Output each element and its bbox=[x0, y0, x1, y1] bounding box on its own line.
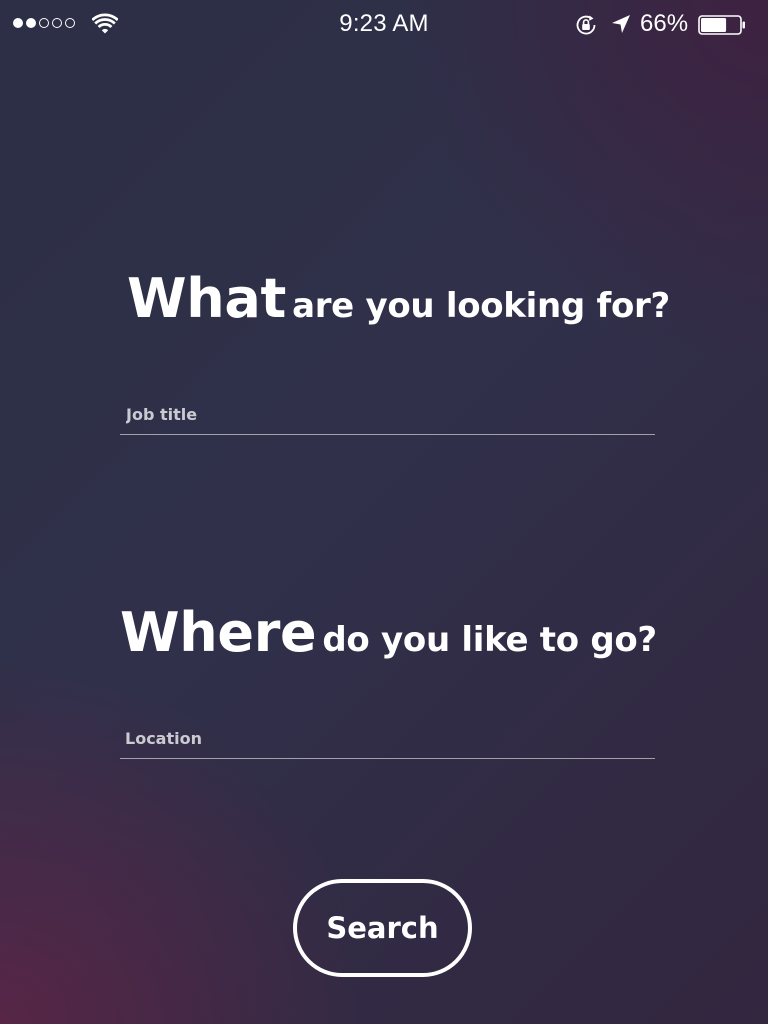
rotation-lock-icon bbox=[576, 15, 596, 35]
what-heading: What are you looking for? bbox=[127, 272, 670, 326]
what-heading-big: What bbox=[127, 267, 287, 330]
location-field bbox=[120, 719, 655, 759]
location-input[interactable] bbox=[120, 719, 655, 758]
job-title-field bbox=[120, 395, 655, 435]
battery-percentage: 66% bbox=[640, 10, 689, 37]
where-heading-big: Where bbox=[120, 601, 317, 664]
location-arrow-icon bbox=[612, 15, 630, 33]
job-title-input[interactable] bbox=[120, 395, 655, 434]
search-button[interactable]: Search bbox=[293, 879, 472, 977]
what-heading-small: are you looking for? bbox=[292, 286, 670, 326]
where-heading: Where do you like to go? bbox=[120, 606, 657, 660]
battery-icon bbox=[698, 15, 745, 35]
battery-level-fill bbox=[701, 18, 727, 32]
status-bar: 9:23 AM 66% bbox=[0, 0, 768, 50]
where-heading-small: do you like to go? bbox=[322, 620, 657, 660]
